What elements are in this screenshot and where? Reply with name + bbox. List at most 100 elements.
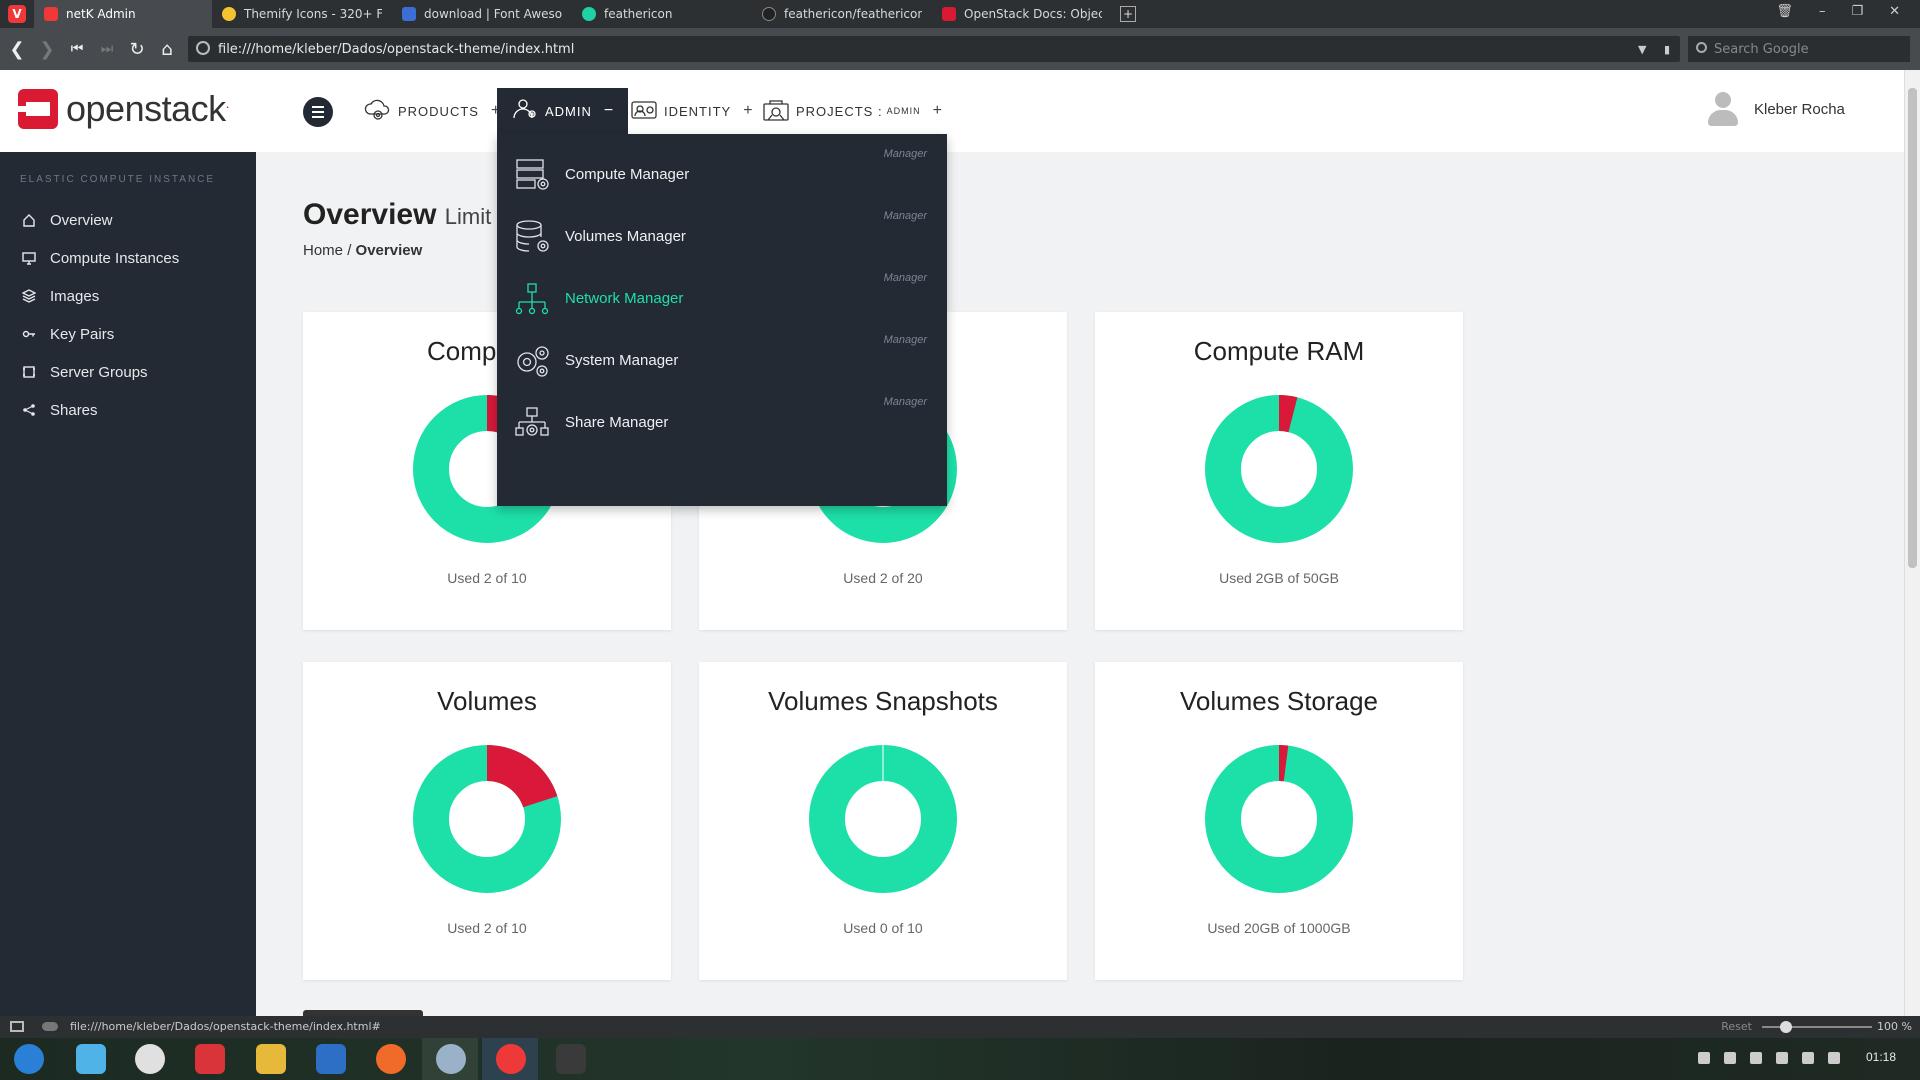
expand-icon[interactable]: + bbox=[743, 102, 753, 120]
trash-icon[interactable]: 🗑 bbox=[1776, 4, 1793, 19]
browser-tab-feathericon-github[interactable]: feathericon/feathericon: sin bbox=[752, 0, 932, 28]
sidebar-item-shares[interactable]: Shares bbox=[22, 398, 98, 422]
back-icon[interactable]: ❮ bbox=[2, 39, 32, 60]
zoom-slider-knob[interactable] bbox=[1780, 1021, 1792, 1033]
clock: 01:18 bbox=[1865, 1050, 1896, 1064]
vivaldi-icon[interactable] bbox=[496, 1044, 526, 1074]
key-icon bbox=[22, 327, 38, 341]
menu-item-compute-manager[interactable]: Compute Manager Manager bbox=[497, 140, 947, 202]
sidebar-item-key-pairs[interactable]: Key Pairs bbox=[22, 322, 114, 346]
identity-card-icon bbox=[630, 96, 658, 127]
close-icon[interactable]: ✕ bbox=[1889, 4, 1900, 19]
tab-label: Themify Icons - 320+ Free I bbox=[244, 7, 382, 21]
menu-item-label: Volumes Manager bbox=[565, 228, 686, 245]
expand-icon[interactable]: + bbox=[933, 102, 943, 120]
card-usage-text: Used 0 of 10 bbox=[843, 920, 923, 936]
postman-icon[interactable] bbox=[376, 1044, 406, 1074]
home-icon bbox=[22, 213, 38, 227]
menu-item-volumes-manager[interactable]: Volumes Manager Manager bbox=[497, 202, 947, 264]
network-tree-icon bbox=[515, 282, 551, 320]
browser-tab-netk-admin[interactable]: netK Admin bbox=[34, 0, 212, 28]
zoom-slider[interactable] bbox=[1762, 1021, 1872, 1033]
user-name: Kleber Rocha bbox=[1754, 100, 1845, 118]
sidebar-item-compute-instances[interactable]: Compute Instances bbox=[22, 246, 179, 270]
openstack-logo[interactable]: openstack. bbox=[18, 88, 230, 130]
cloud-icon bbox=[42, 1022, 58, 1031]
sidebar-item-images[interactable]: Images bbox=[22, 284, 99, 308]
maximize-icon[interactable]: ❐ bbox=[1851, 4, 1863, 19]
sidebar-item-label: Shares bbox=[50, 401, 98, 419]
github-icon bbox=[762, 7, 776, 21]
wifi-icon[interactable] bbox=[1776, 1052, 1788, 1064]
user-menu[interactable]: Kleber Rocha bbox=[1708, 92, 1845, 126]
projects-icon bbox=[762, 96, 790, 127]
vivaldi-menu-icon[interactable]: V bbox=[0, 0, 34, 28]
menu-toggle-button[interactable] bbox=[303, 97, 333, 127]
menu-item-tag: Manager bbox=[883, 148, 927, 160]
menu-item-label: System Manager bbox=[565, 352, 679, 369]
menu-item-tag: Manager bbox=[883, 334, 927, 346]
usb-icon[interactable] bbox=[1724, 1052, 1736, 1064]
app-launcher-icon[interactable] bbox=[14, 1044, 44, 1074]
browser-tab-openstack-docs[interactable]: OpenStack Docs: Object Sto bbox=[932, 0, 1112, 28]
page-title-suffix: Limit bbox=[444, 204, 492, 229]
new-tab-icon[interactable]: + bbox=[1120, 6, 1136, 22]
vscode-icon[interactable] bbox=[316, 1044, 346, 1074]
sidebar-item-label: Compute Instances bbox=[50, 249, 180, 267]
admin-dropdown-menu: Compute Manager Manager Volumes Manager … bbox=[497, 134, 947, 506]
terminal-icon[interactable] bbox=[195, 1044, 225, 1074]
browser-tab-feathericon[interactable]: feathericon bbox=[572, 0, 752, 28]
menu-item-share-manager[interactable]: Share Manager Manager bbox=[497, 388, 947, 450]
pen-icon[interactable] bbox=[1802, 1052, 1814, 1064]
fast-forward-icon[interactable]: ⏭ bbox=[92, 41, 122, 57]
sidebar-item-server-groups[interactable]: Server Groups bbox=[22, 360, 148, 384]
card-usage-text: Used 2GB of 50GB bbox=[1219, 570, 1339, 586]
collapse-icon[interactable]: − bbox=[604, 102, 614, 120]
menu-item-label: Network Manager bbox=[565, 290, 684, 307]
browser-tab-font-awesome[interactable]: download | Font Awesome bbox=[392, 0, 572, 28]
url-dropdown-icon[interactable]: ▼ ▮ bbox=[1638, 43, 1670, 56]
menu-item-network-manager[interactable]: Network Manager Manager bbox=[497, 264, 947, 326]
sidebar-item-label: Server Groups bbox=[50, 363, 148, 381]
search-field[interactable]: Search Google bbox=[1688, 36, 1910, 62]
power-icon[interactable] bbox=[1828, 1052, 1840, 1064]
text-editor-icon[interactable] bbox=[556, 1044, 586, 1074]
forward-icon[interactable]: ❯ bbox=[32, 39, 62, 60]
page-scrollbar[interactable] bbox=[1904, 70, 1920, 1016]
card-title: Volumes Storage bbox=[1179, 686, 1378, 716]
settings-icon[interactable] bbox=[135, 1044, 165, 1074]
app-header: openstack. PRODUCTS + ADMIN − IDENTITY + bbox=[0, 70, 1904, 152]
sidebar: ELASTIC COMPUTE INSTANCE Overview Comput… bbox=[0, 152, 256, 1016]
browser-tab-themify[interactable]: Themify Icons - 320+ Free I bbox=[212, 0, 392, 28]
url-field[interactable]: file:///home/kleber/Dados/openstack-them… bbox=[188, 36, 1680, 62]
menu-item-system-manager[interactable]: System Manager Manager bbox=[497, 326, 947, 388]
scrollbar-thumb[interactable] bbox=[1908, 88, 1917, 568]
rewind-icon[interactable]: ⏮ bbox=[62, 41, 92, 57]
home-icon[interactable]: ⌂ bbox=[152, 39, 182, 60]
usage-donut-chart bbox=[1205, 745, 1353, 893]
nav-products[interactable]: PRODUCTS + bbox=[364, 70, 501, 152]
zoom-reset-button[interactable]: Reset bbox=[1721, 1020, 1752, 1033]
panel-toggle-icon[interactable] bbox=[10, 1021, 24, 1032]
file-manager-icon[interactable] bbox=[76, 1044, 106, 1074]
tab-favicon-icon bbox=[44, 7, 58, 21]
nav-admin[interactable]: ADMIN − bbox=[497, 88, 629, 134]
usage-donut-chart bbox=[1205, 395, 1353, 543]
nav-products-label: PRODUCTS bbox=[398, 103, 479, 119]
system-tray bbox=[1698, 1052, 1840, 1064]
breadcrumb-home-link[interactable]: Home bbox=[303, 242, 343, 259]
network-manager-icon[interactable] bbox=[1698, 1052, 1710, 1064]
grid-icon bbox=[22, 365, 38, 379]
chromium-icon[interactable] bbox=[436, 1044, 466, 1074]
minimize-icon[interactable]: – bbox=[1819, 4, 1826, 19]
tab-label: netK Admin bbox=[66, 7, 136, 21]
server-gear-icon bbox=[515, 158, 551, 196]
donut-used-slice bbox=[487, 745, 558, 808]
card-volumes: Volumes Used 2 of 10 bbox=[303, 662, 671, 980]
sidebar-item-overview[interactable]: Overview bbox=[22, 208, 113, 232]
volume-icon[interactable] bbox=[1750, 1052, 1762, 1064]
site-info-icon[interactable] bbox=[196, 41, 210, 55]
search-icon bbox=[1696, 42, 1707, 53]
virtualbox-icon[interactable] bbox=[256, 1044, 286, 1074]
reload-icon[interactable]: ↻ bbox=[122, 39, 152, 60]
